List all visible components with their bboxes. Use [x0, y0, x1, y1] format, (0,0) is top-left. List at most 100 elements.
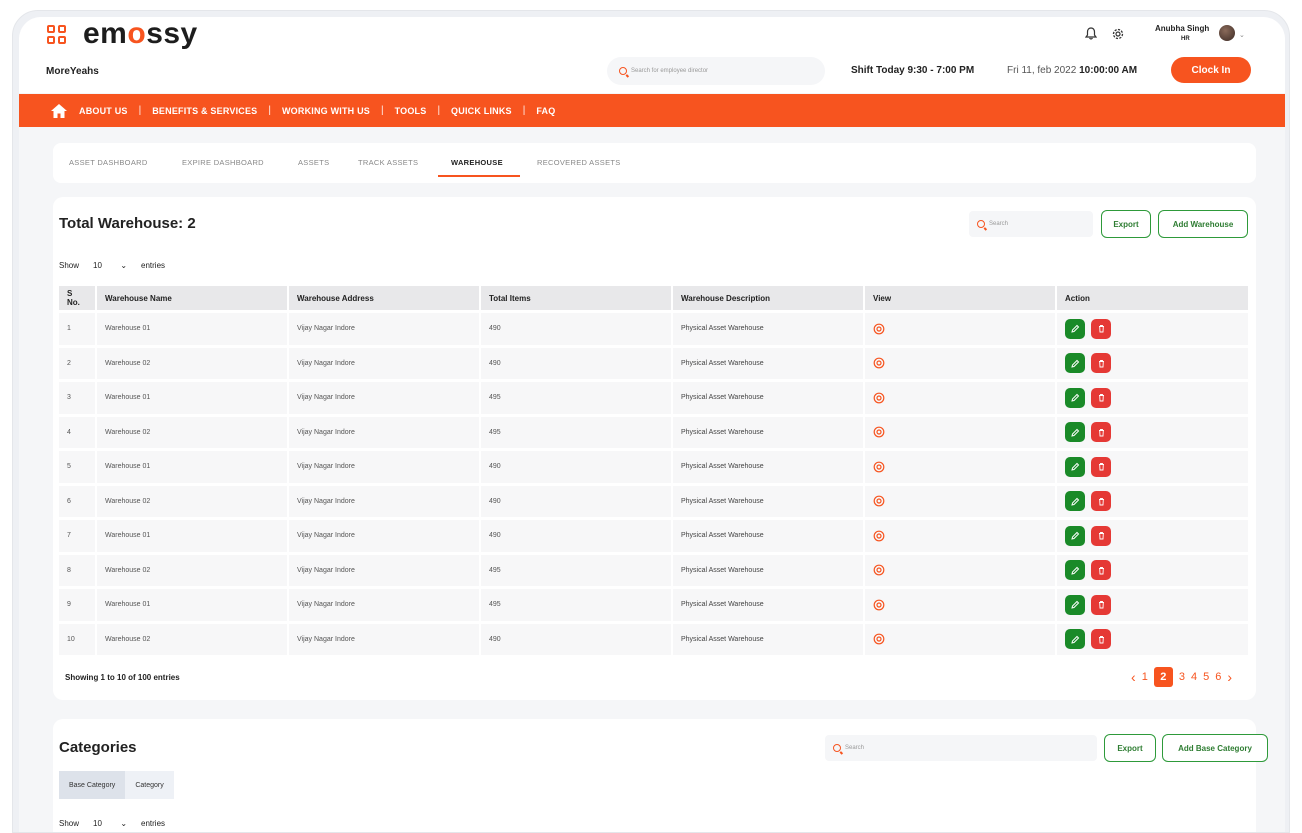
nav-about-us[interactable]: ABOUT US: [79, 106, 128, 116]
bell-icon[interactable]: [1085, 27, 1097, 40]
view-icon[interactable]: [873, 426, 885, 438]
col-action: Action: [1057, 286, 1250, 310]
edit-button[interactable]: [1065, 491, 1085, 512]
categories-title: Categories: [59, 739, 137, 756]
home-icon[interactable]: [51, 103, 67, 118]
edit-button[interactable]: [1065, 525, 1085, 546]
page-4[interactable]: 4: [1191, 671, 1197, 683]
page-6[interactable]: 6: [1215, 671, 1221, 683]
view-icon[interactable]: [873, 564, 885, 576]
view-icon[interactable]: [873, 633, 885, 645]
tab-warehouse[interactable]: WAREHOUSE: [451, 158, 503, 167]
nav-benefits-services[interactable]: BENEFITS & SERVICES: [152, 106, 257, 116]
avatar[interactable]: [1219, 25, 1235, 41]
nav-separator: |: [380, 105, 384, 116]
gear-icon[interactable]: [1111, 27, 1125, 41]
logo[interactable]: emossy: [83, 17, 198, 51]
cell-view: [865, 347, 1057, 379]
delete-button[interactable]: [1091, 525, 1111, 546]
cell-view: [865, 589, 1057, 621]
pencil-icon: [1070, 325, 1079, 333]
cell-sno: 7: [59, 520, 97, 552]
cell-warehouse-name: Warehouse 02: [97, 485, 289, 517]
categories-entries-select[interactable]: 10 ⌄: [87, 813, 133, 832]
export-button[interactable]: Export: [1101, 210, 1151, 238]
trash-icon: [1098, 601, 1104, 609]
export-button[interactable]: Export: [1104, 734, 1156, 762]
nav-tools[interactable]: TOOLS: [395, 106, 427, 116]
add-base-category-button[interactable]: Add Base Category: [1162, 734, 1268, 762]
view-icon[interactable]: [873, 323, 885, 335]
tab-base-category[interactable]: Base Category: [59, 771, 126, 799]
tab-recovered-assets[interactable]: RECOVERED ASSETS: [537, 158, 621, 167]
delete-button[interactable]: [1091, 594, 1111, 615]
tab-asset-dashboard[interactable]: ASSET DASHBOARD: [69, 158, 148, 167]
tab-expire-dashboard[interactable]: EXPIRE DASHBOARD: [182, 158, 264, 167]
col-warehouse-name[interactable]: Warehouse Name: [97, 286, 289, 310]
col-warehouse-description[interactable]: Warehouse Description: [673, 286, 865, 310]
edit-button[interactable]: [1065, 456, 1085, 477]
cell-warehouse-name: Warehouse 01: [97, 382, 289, 414]
view-icon[interactable]: [873, 461, 885, 473]
col-warehouse-address[interactable]: Warehouse Address: [289, 286, 481, 310]
trash-icon: [1098, 325, 1104, 333]
add-warehouse-button[interactable]: Add Warehouse: [1158, 210, 1248, 238]
chevron-down-icon: ⌄: [120, 260, 128, 270]
row-actions: [1065, 422, 1240, 443]
view-icon[interactable]: [873, 530, 885, 542]
cell-action: [1057, 554, 1250, 586]
delete-button[interactable]: [1091, 353, 1111, 374]
edit-button[interactable]: [1065, 629, 1085, 650]
view-icon[interactable]: [873, 357, 885, 369]
col-total-items[interactable]: Total Items: [481, 286, 673, 310]
tab-track-assets[interactable]: TRACK ASSETS: [358, 158, 418, 167]
edit-button[interactable]: [1065, 387, 1085, 408]
delete-button[interactable]: [1091, 318, 1111, 339]
warehouse-search-input[interactable]: Search: [969, 211, 1093, 237]
edit-button[interactable]: [1065, 594, 1085, 615]
tab-category[interactable]: Category: [125, 771, 174, 799]
cell-total-items: 495: [481, 382, 673, 414]
page-3[interactable]: 3: [1179, 671, 1185, 683]
nav-faq[interactable]: FAQ: [536, 106, 555, 116]
user-name[interactable]: Anubha Singh: [1155, 24, 1209, 33]
nav-quick-links[interactable]: QUICK LINKS: [451, 106, 512, 116]
col-sno[interactable]: S No.: [59, 286, 97, 310]
cell-warehouse-name: Warehouse 02: [97, 347, 289, 379]
edit-button[interactable]: [1065, 353, 1085, 374]
view-icon[interactable]: [873, 495, 885, 507]
tab-assets[interactable]: ASSETS: [298, 158, 329, 167]
nav-working-with-us[interactable]: WORKING WITH US: [282, 106, 370, 116]
table-row: 7 Warehouse 01 Vijay Nagar Indore 490 Physic…: [59, 520, 1250, 552]
view-icon[interactable]: [873, 599, 885, 611]
table-row: 10 Warehouse 02 Vijay Nagar Indore 490 Physi…: [59, 623, 1250, 655]
employee-search-input[interactable]: Search for employee director: [607, 57, 825, 85]
delete-button[interactable]: [1091, 629, 1111, 650]
apps-grid-icon[interactable]: [47, 25, 67, 45]
edit-button[interactable]: [1065, 422, 1085, 443]
entries-select[interactable]: 10 ⌄: [87, 255, 133, 275]
page-1[interactable]: 1: [1142, 671, 1148, 683]
delete-button[interactable]: [1091, 456, 1111, 477]
categories-search-input[interactable]: Search: [825, 735, 1097, 761]
page-5[interactable]: 5: [1203, 671, 1209, 683]
chevron-left-icon[interactable]: ‹: [1131, 669, 1136, 685]
delete-button[interactable]: [1091, 387, 1111, 408]
row-actions: [1065, 353, 1240, 374]
chevron-down-icon[interactable]: ⌄: [1239, 31, 1245, 39]
cell-action: [1057, 623, 1250, 655]
view-icon[interactable]: [873, 392, 885, 404]
cell-action: [1057, 382, 1250, 414]
nav-separator: |: [268, 105, 271, 116]
cell-warehouse-address: Vijay Nagar Indore: [289, 623, 481, 655]
chevron-right-icon[interactable]: ›: [1227, 669, 1232, 685]
clock-in-button[interactable]: Clock In: [1171, 57, 1251, 83]
cell-action: [1057, 589, 1250, 621]
delete-button[interactable]: [1091, 491, 1111, 512]
edit-button[interactable]: [1065, 318, 1085, 339]
cell-warehouse-name: Warehouse 01: [97, 313, 289, 345]
delete-button[interactable]: [1091, 422, 1111, 443]
delete-button[interactable]: [1091, 560, 1111, 581]
edit-button[interactable]: [1065, 560, 1085, 581]
page-2[interactable]: 2: [1153, 667, 1173, 687]
